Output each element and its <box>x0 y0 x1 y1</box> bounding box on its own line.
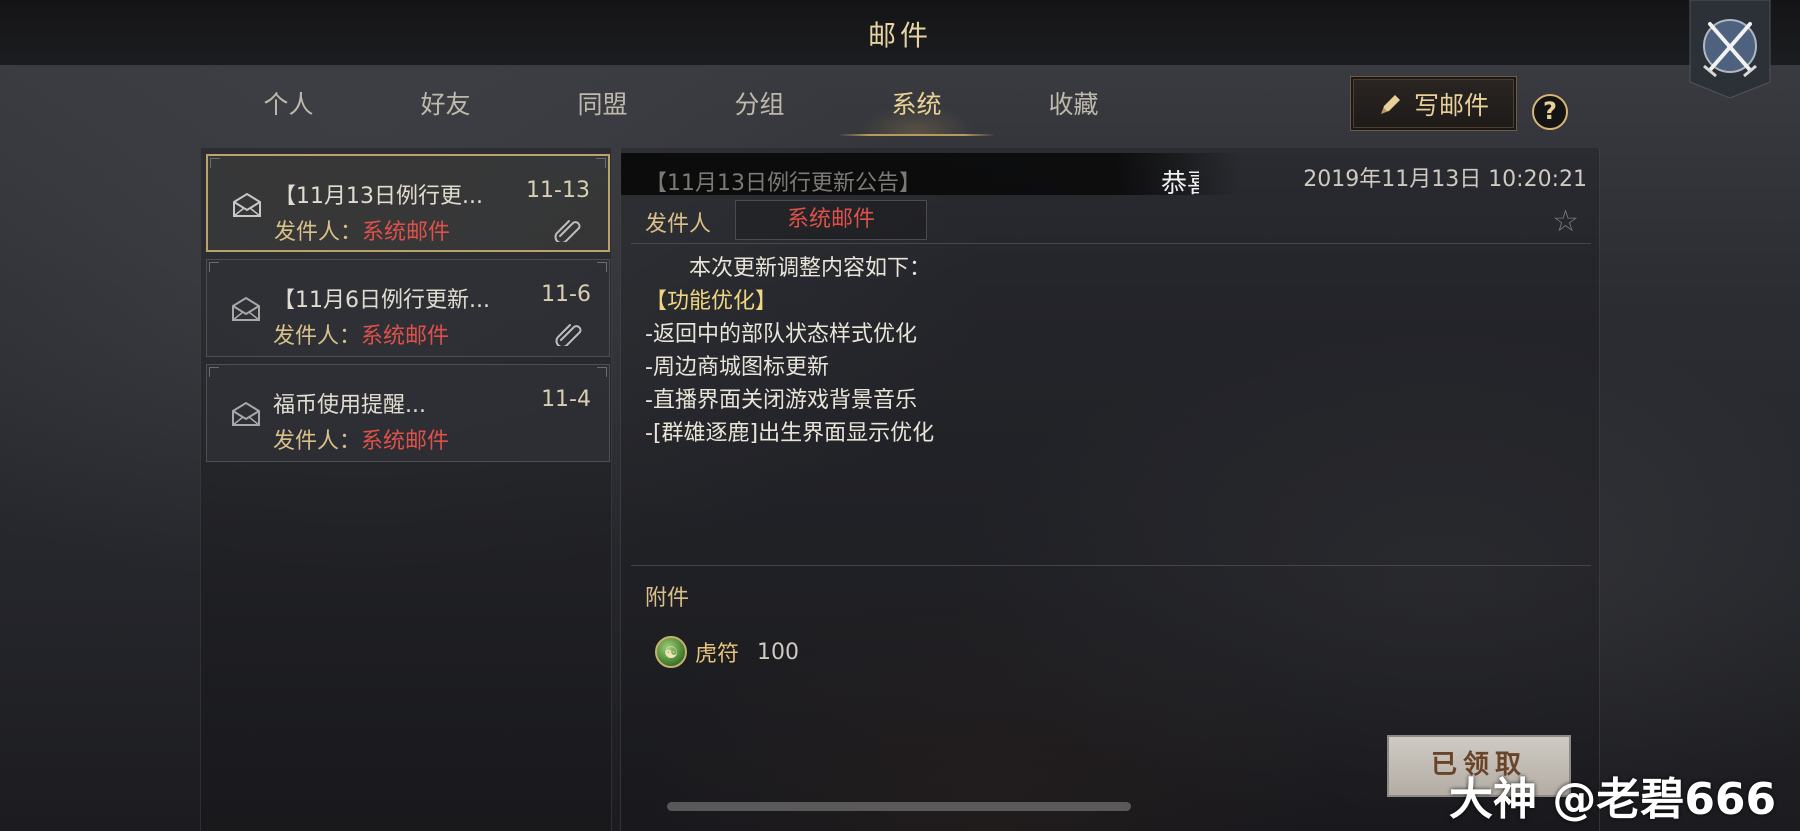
mail-title: 【11月13日例行更... <box>274 184 483 209</box>
body-line: -返回中的部队状态样式优化 <box>645 322 917 347</box>
sender-label: 发件人： <box>273 324 362 349</box>
write-mail-button[interactable]: 写邮件 <box>1350 76 1517 131</box>
sender-row: 发件人 系统邮件 ☆ <box>631 200 1591 244</box>
mail-body: 本次更新调整内容如下： 【功能优化】 -返回中的部队状态样式优化 -周边商城图标… <box>645 252 1565 450</box>
envelope-open-icon <box>232 401 260 426</box>
mail-item[interactable]: 【11月6日例行更新... 11-6 发件人：系统邮件 <box>206 259 610 357</box>
mail-item[interactable]: 福币使用提醒... 11-4 发件人：系统邮件 <box>206 364 610 462</box>
write-mail-label: 写邮件 <box>1413 90 1489 120</box>
mail-tabs: 个人 好友 同盟 分组 系统 收藏 <box>210 80 1152 136</box>
tab-favorites[interactable]: 收藏 <box>995 80 1152 136</box>
corner-ornament <box>209 367 219 377</box>
mail-subject: 【11月13日例行更新公告】 <box>645 171 921 196</box>
attachment-divider <box>631 565 1591 566</box>
sender-name: 系统邮件 <box>362 220 451 245</box>
mail-title: 福币使用提醒... <box>273 393 426 418</box>
envelope-open-icon <box>233 192 261 217</box>
tab-personal[interactable]: 个人 <box>210 80 367 136</box>
mail-list-panel: 【11月13日例行更... 11-13 发件人：系统邮件 【11月6日例行更新.… <box>200 148 612 831</box>
mail-date: 11-13 <box>526 178 590 203</box>
title-bar: 邮件 <box>0 0 1800 66</box>
horizontal-scrollbar[interactable] <box>667 802 1131 811</box>
attachment-name: 虎符 <box>695 642 740 667</box>
sender-label: 发件人 <box>645 212 712 237</box>
sender-label: 发件人： <box>273 429 362 454</box>
body-line: -周边商城图标更新 <box>645 355 829 380</box>
watermark: 大神 @老碧666 <box>1449 774 1777 825</box>
mail-sender: 发件人：系统邮件 <box>273 318 449 350</box>
close-button[interactable] <box>1688 0 1772 99</box>
corner-ornament <box>210 158 220 168</box>
corner-ornament <box>597 367 607 377</box>
mail-detail-panel: 【11月13日例行更新公告】 恭喜 2019年11月13日 10:20:21 发… <box>620 148 1600 831</box>
body-intro: 本次更新调整内容如下： <box>689 256 932 281</box>
help-button[interactable]: ? <box>1532 94 1568 130</box>
attachment-label: 附件 <box>645 586 690 611</box>
corner-ornament <box>209 262 219 272</box>
tab-alliance[interactable]: 同盟 <box>524 80 681 136</box>
sender-name: 系统邮件 <box>735 200 927 240</box>
tab-friends[interactable]: 好友 <box>367 80 524 136</box>
tiger-tally-icon: ☯ <box>655 636 687 668</box>
mail-date: 11-4 <box>541 387 591 412</box>
mail-title: 【11月6日例行更新... <box>273 288 490 313</box>
window-title: 邮件 <box>867 19 932 52</box>
body-line: -[群雄逐鹿]出生界面显示优化 <box>645 421 935 446</box>
corner-ornament <box>596 158 606 168</box>
mail-item[interactable]: 【11月13日例行更... 11-13 发件人：系统邮件 <box>206 154 610 252</box>
subject-band: 【11月13日例行更新公告】 恭喜 <box>621 153 1241 199</box>
attachment-item[interactable]: ☯ 虎符 100 <box>655 632 799 672</box>
corner-ornament <box>597 262 607 272</box>
paperclip-icon <box>555 324 582 346</box>
sender-label: 发件人： <box>274 220 363 245</box>
tab-group[interactable]: 分组 <box>681 80 838 136</box>
mail-date: 11-6 <box>541 282 591 307</box>
mail-sender: 发件人：系统邮件 <box>274 214 450 246</box>
broadcast-ticker: 恭喜 <box>1161 169 1199 199</box>
mail-datetime: 2019年11月13日 10:20:21 <box>1303 167 1587 192</box>
envelope-open-icon <box>232 296 260 321</box>
crossed-swords-icon <box>1689 0 1771 99</box>
paperclip-icon <box>554 220 581 242</box>
body-section-heading: 【功能优化】 <box>645 289 778 314</box>
pencil-icon <box>1380 94 1400 114</box>
mail-sender: 发件人：系统邮件 <box>273 423 449 455</box>
tab-system[interactable]: 系统 <box>838 80 995 136</box>
attachment-quantity: 100 <box>757 639 800 665</box>
sender-name: 系统邮件 <box>361 324 450 349</box>
body-line: -直播界面关闭游戏背景音乐 <box>645 388 917 413</box>
favorite-star-icon[interactable]: ☆ <box>1552 204 1579 239</box>
sender-name: 系统邮件 <box>361 429 450 454</box>
